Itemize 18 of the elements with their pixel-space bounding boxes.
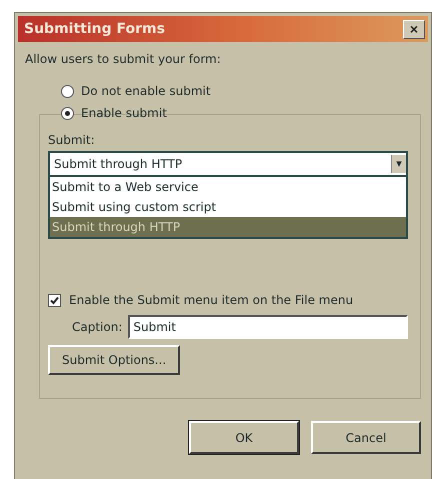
intro-text: Allow users to submit your form: xyxy=(25,52,222,66)
radio-label[interactable]: Enable submit xyxy=(81,106,167,120)
radio-button[interactable] xyxy=(61,106,74,120)
checkbox[interactable] xyxy=(48,294,61,306)
window-title: Submitting Forms xyxy=(24,21,165,37)
dialog-button[interactable]: OK xyxy=(189,421,299,454)
field-label: Caption: xyxy=(72,320,122,334)
radio-label[interactable]: Do not enable submit xyxy=(81,84,211,98)
submit-dropdown[interactable]: Submit through HTTP ▾ xyxy=(48,151,408,177)
submit-options-button[interactable]: Submit Options... xyxy=(48,345,180,375)
field-label: Submit: xyxy=(48,133,96,147)
checkbox-label[interactable]: Enable the Submit menu item on the File menu xyxy=(69,293,354,307)
dropdown-option[interactable]: Submit using custom script xyxy=(50,197,406,217)
dropdown-option[interactable]: Submit to a Web service xyxy=(50,177,406,197)
caption-field[interactable]: Submit xyxy=(128,315,408,339)
close-button[interactable]: × xyxy=(403,20,425,38)
dialog-button[interactable]: Cancel xyxy=(311,421,421,454)
radio-button[interactable] xyxy=(61,84,74,98)
